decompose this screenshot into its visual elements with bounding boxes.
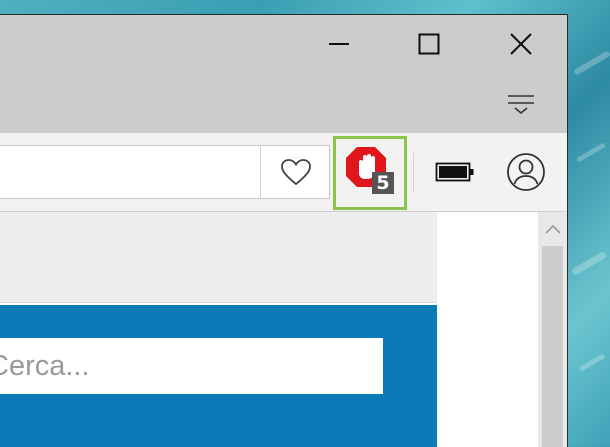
wallpaper-streak — [573, 50, 610, 76]
profile-button[interactable] — [503, 149, 549, 195]
vertical-scrollbar[interactable] — [538, 212, 567, 447]
wallpaper-streak — [578, 353, 606, 372]
page-header-band — [0, 212, 437, 303]
title-bar — [0, 15, 567, 133]
user-avatar-icon — [507, 153, 545, 191]
chevron-up-icon — [544, 224, 561, 234]
browser-toolbar: 5 — [0, 133, 567, 212]
adblock-extension-button[interactable]: 5 — [333, 136, 407, 210]
search-section — [0, 305, 437, 447]
site-search-input[interactable] — [0, 338, 383, 394]
scrollbar-thumb[interactable] — [542, 246, 563, 447]
minimize-icon — [329, 43, 349, 45]
battery-button[interactable] — [432, 149, 478, 195]
close-button[interactable] — [498, 21, 544, 67]
heart-icon — [281, 159, 311, 186]
minimize-button[interactable] — [316, 21, 362, 67]
address-bar[interactable] — [0, 145, 330, 199]
web-page-content — [0, 212, 538, 447]
favorite-button[interactable] — [260, 146, 331, 198]
wallpaper-streak — [570, 250, 608, 277]
battery-icon — [435, 162, 474, 182]
scroll-up-button[interactable] — [538, 218, 567, 240]
hub-menu-button[interactable] — [498, 81, 544, 127]
wallpaper-streak — [575, 142, 607, 163]
close-icon — [510, 33, 532, 55]
toolbar-divider — [413, 153, 414, 193]
filter-menu-icon — [508, 95, 534, 115]
maximize-button[interactable] — [406, 21, 452, 67]
blocked-count-badge: 5 — [372, 172, 394, 194]
maximize-icon — [418, 33, 440, 55]
browser-window: 5 — [0, 14, 568, 447]
